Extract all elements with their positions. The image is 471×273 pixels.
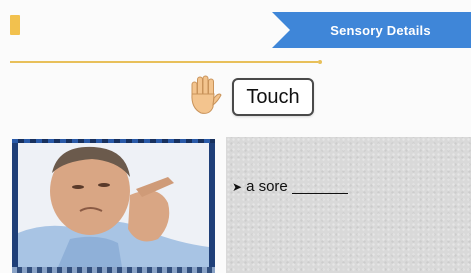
title-divider [10, 60, 322, 64]
sense-label-box: Touch [232, 78, 314, 116]
photo-frame [12, 139, 215, 273]
section-banner: Sensory Details [272, 12, 471, 48]
banner-title: Sensory Details [330, 22, 431, 38]
fill-in-blank [291, 179, 348, 194]
list-item: ➤ a sore [232, 178, 348, 195]
arrow-bullet-icon: ➤ [232, 179, 243, 194]
man-neck-pain-photo [18, 143, 209, 267]
raised-hand-icon [183, 74, 223, 116]
list-item-text: a sore [246, 178, 288, 195]
notes-panel: ➤ a sore [226, 137, 471, 273]
corner-accent-mark [10, 15, 20, 35]
sense-label: Touch [246, 85, 300, 108]
